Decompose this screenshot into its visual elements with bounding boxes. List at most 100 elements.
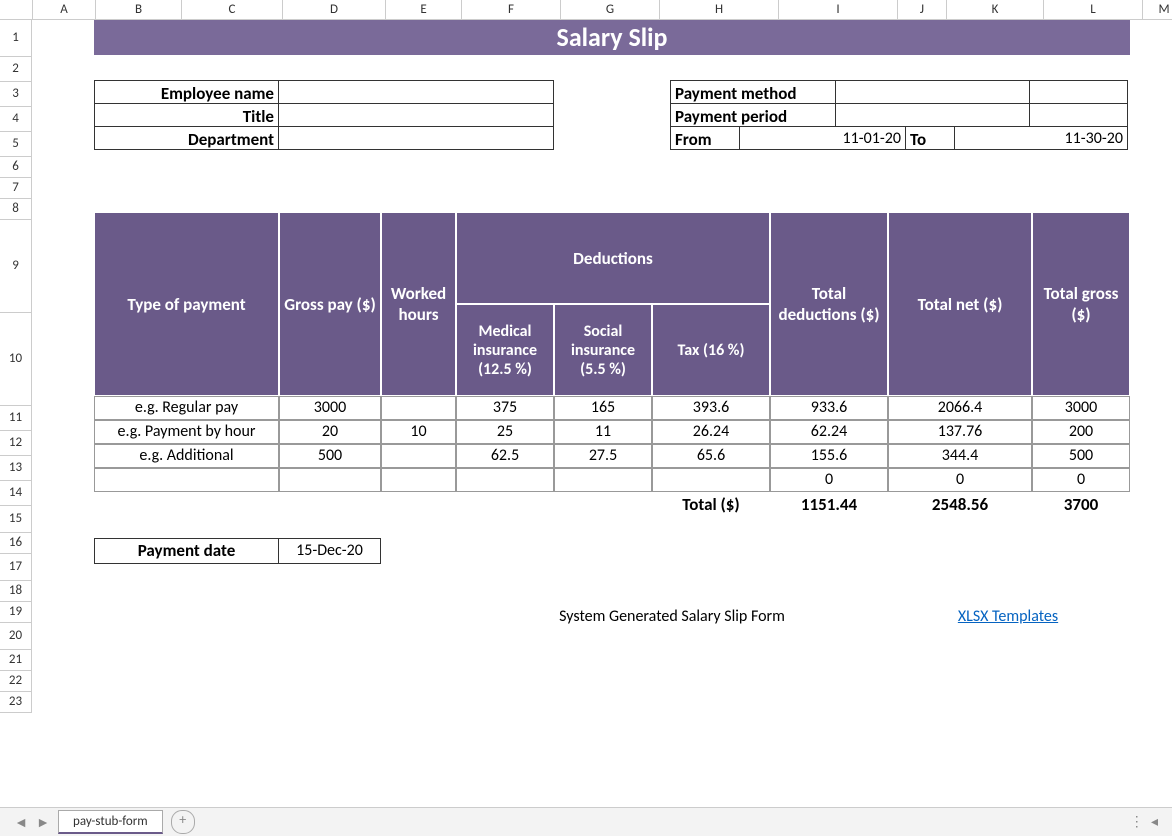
col-header-k[interactable]: K (947, 0, 1044, 20)
cell-l3[interactable] (1029, 80, 1128, 104)
row-header-20[interactable]: 20 (0, 623, 32, 650)
payment-date-label[interactable]: Payment date (94, 538, 279, 564)
table-cell[interactable]: 933.6 (770, 396, 888, 420)
view-options-icon[interactable]: ⋮ ◂ (1130, 813, 1160, 830)
row-header-15[interactable]: 15 (0, 506, 32, 533)
total-net[interactable]: 2548.56 (888, 492, 1032, 518)
table-cell[interactable] (381, 468, 456, 492)
col-header-h[interactable]: H (660, 0, 779, 20)
row-header-3[interactable]: 3 (0, 82, 32, 107)
table-cell[interactable]: 65.6 (652, 444, 770, 468)
total-label[interactable]: Total ($) (652, 492, 770, 518)
table-cell[interactable]: 155.6 (770, 444, 888, 468)
th-medical[interactable]: Medical insurance (12.5 %) (456, 304, 554, 396)
table-cell[interactable]: e.g. Additional (94, 444, 279, 468)
add-sheet-button[interactable]: + (171, 810, 195, 834)
table-cell[interactable]: 0 (1032, 468, 1130, 492)
th-deductions[interactable]: Deductions (456, 212, 770, 304)
row-header-23[interactable]: 23 (0, 692, 32, 713)
payment-date-value[interactable]: 15-Dec-20 (278, 538, 381, 564)
row-header-8[interactable]: 8 (0, 199, 32, 220)
table-cell[interactable]: 393.6 (652, 396, 770, 420)
sheet-tab-active[interactable]: pay-stub-form (58, 810, 163, 834)
table-cell[interactable]: 25 (456, 420, 554, 444)
row-header-12[interactable]: 12 (0, 431, 32, 456)
payment-period-label[interactable]: Payment period (670, 103, 836, 127)
payment-method-label[interactable]: Payment method (670, 80, 836, 104)
tab-nav-prev-icon[interactable]: ◄ (10, 811, 32, 833)
employee-title-value[interactable] (278, 103, 554, 127)
table-cell[interactable]: 62.5 (456, 444, 554, 468)
table-cell[interactable]: 500 (279, 444, 381, 468)
table-cell[interactable]: 27.5 (554, 444, 652, 468)
table-cell[interactable]: e.g. Payment by hour (94, 420, 279, 444)
th-gross-pay[interactable]: Gross pay ($) (279, 212, 381, 396)
col-header-g[interactable]: G (561, 0, 660, 20)
row-header-21[interactable]: 21 (0, 650, 32, 671)
th-tax[interactable]: Tax (16 %) (652, 304, 770, 396)
total-deductions[interactable]: 1151.44 (770, 492, 888, 518)
th-total-gross[interactable]: Total gross ($) (1032, 212, 1130, 396)
th-hours[interactable]: Worked hours (381, 212, 456, 396)
row-header-13[interactable]: 13 (0, 456, 32, 481)
row-header-22[interactable]: 22 (0, 671, 32, 692)
employee-dept-label[interactable]: Department (94, 126, 279, 150)
th-total-ded[interactable]: Total deductions ($) (770, 212, 888, 396)
table-cell[interactable] (381, 396, 456, 420)
from-label[interactable]: From (670, 126, 740, 150)
row-header-18[interactable]: 18 (0, 581, 32, 602)
table-cell[interactable]: 165 (554, 396, 652, 420)
table-cell[interactable] (94, 468, 279, 492)
row-header-5[interactable]: 5 (0, 132, 32, 157)
table-cell[interactable]: 500 (1032, 444, 1130, 468)
table-cell[interactable] (554, 468, 652, 492)
col-header-i[interactable]: I (779, 0, 898, 20)
th-social[interactable]: Social insurance (5.5 %) (554, 304, 652, 396)
employee-name-label[interactable]: Employee name (94, 80, 279, 104)
employee-dept-value[interactable] (278, 126, 554, 150)
row-header-1[interactable]: 1 (0, 20, 32, 57)
footer-text[interactable]: System Generated Salary Slip Form (456, 604, 888, 630)
table-cell[interactable] (279, 468, 381, 492)
row-header-14[interactable]: 14 (0, 481, 32, 506)
row-header-4[interactable]: 4 (0, 107, 32, 132)
row-header-7[interactable]: 7 (0, 178, 32, 199)
table-cell[interactable]: e.g. Regular pay (94, 396, 279, 420)
col-header-m[interactable]: M (1143, 0, 1172, 20)
th-total-net[interactable]: Total net ($) (888, 212, 1032, 396)
table-cell[interactable]: 2066.4 (888, 396, 1032, 420)
to-label[interactable]: To (905, 126, 955, 150)
employee-title-label[interactable]: Title (94, 103, 279, 127)
table-cell[interactable]: 0 (770, 468, 888, 492)
table-cell[interactable]: 3000 (1032, 396, 1130, 420)
col-header-l[interactable]: L (1044, 0, 1143, 20)
table-cell[interactable]: 200 (1032, 420, 1130, 444)
total-gross[interactable]: 3700 (1032, 492, 1130, 518)
table-cell[interactable]: 62.24 (770, 420, 888, 444)
footer-link[interactable]: XLSX Templates (888, 604, 1128, 630)
table-cell[interactable]: 26.24 (652, 420, 770, 444)
select-all-corner[interactable] (0, 0, 33, 20)
payment-period-value[interactable] (835, 103, 1030, 127)
col-header-d[interactable]: D (283, 0, 386, 20)
table-cell[interactable]: 344.4 (888, 444, 1032, 468)
employee-name-value[interactable] (278, 80, 554, 104)
col-header-e[interactable]: E (386, 0, 462, 20)
col-header-f[interactable]: F (462, 0, 561, 20)
table-cell[interactable]: 10 (381, 420, 456, 444)
table-cell[interactable] (456, 468, 554, 492)
table-cell[interactable] (652, 468, 770, 492)
title-bar[interactable]: Salary Slip (94, 20, 1130, 55)
table-cell[interactable]: 11 (554, 420, 652, 444)
cell-l4[interactable] (1029, 103, 1128, 127)
table-cell[interactable]: 137.76 (888, 420, 1032, 444)
table-cell[interactable] (381, 444, 456, 468)
row-header-16[interactable]: 16 (0, 533, 32, 554)
table-cell[interactable]: 375 (456, 396, 554, 420)
row-header-17[interactable]: 17 (0, 554, 32, 581)
row-header-11[interactable]: 11 (0, 406, 32, 431)
to-value[interactable]: 11-30-20 (954, 126, 1128, 150)
payment-method-value[interactable] (835, 80, 1030, 104)
table-cell[interactable]: 3000 (279, 396, 381, 420)
row-header-2[interactable]: 2 (0, 57, 32, 82)
